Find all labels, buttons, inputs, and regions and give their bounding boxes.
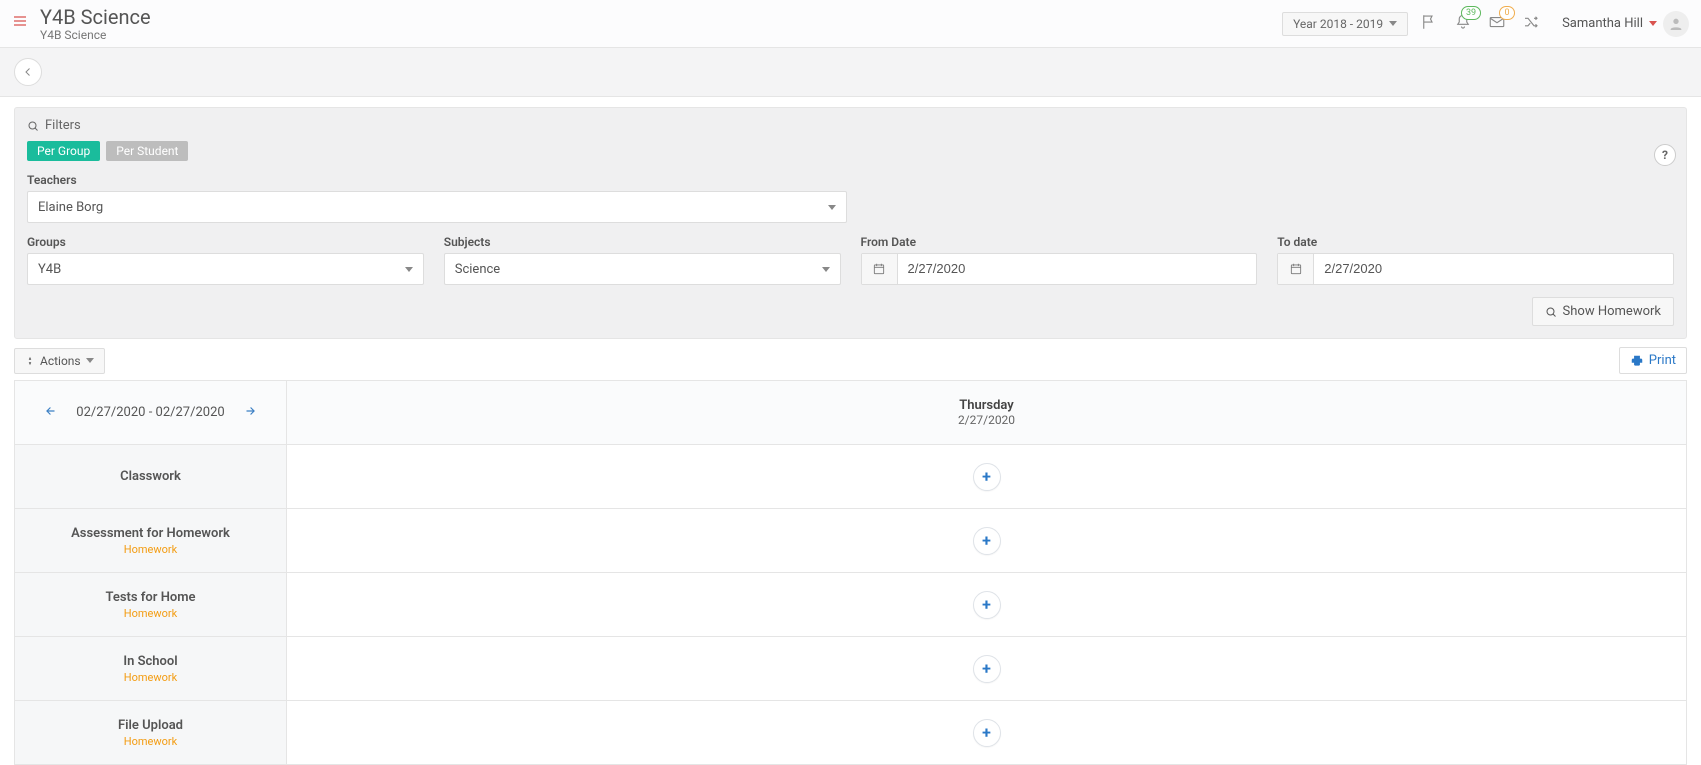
add-button[interactable]: + — [973, 655, 1001, 683]
category-title: In School — [123, 654, 177, 669]
schedule-table: 02/27/2020 - 02/27/2020 Thursday 2/27/20… — [14, 380, 1687, 765]
user-menu[interactable]: Samantha Hill — [1562, 11, 1689, 37]
filters-header: Filters — [27, 118, 1674, 133]
add-button[interactable]: + — [973, 719, 1001, 747]
envelope-icon[interactable]: 0 — [1488, 13, 1506, 35]
back-strip — [0, 48, 1701, 97]
schedule-header-row: 02/27/2020 - 02/27/2020 Thursday 2/27/20… — [15, 380, 1686, 444]
actions-button[interactable]: Actions — [14, 348, 105, 374]
teachers-label: Teachers — [27, 173, 847, 187]
filters-panel: Filters ? Per Group Per Student Teachers… — [14, 107, 1687, 339]
next-date-button[interactable] — [239, 400, 261, 426]
print-button[interactable]: Print — [1619, 347, 1687, 374]
caret-down-icon — [86, 358, 94, 363]
groups-value: Y4B — [38, 262, 61, 277]
teachers-select[interactable]: Elaine Borg — [27, 191, 847, 223]
subjects-label: Subjects — [444, 235, 841, 249]
tab-per-group[interactable]: Per Group — [27, 141, 100, 161]
bell-icon[interactable]: 39 — [1454, 13, 1472, 35]
envelope-badge: 0 — [1499, 6, 1515, 20]
header-icons: 39 0 Samantha Hill — [1420, 11, 1689, 37]
category-cell: Tests for Home Homework — [15, 573, 287, 636]
category-cell: Classwork — [15, 445, 287, 508]
caret-down-icon — [405, 267, 413, 272]
day-header-cell: Thursday 2/27/2020 — [287, 381, 1686, 444]
table-row: Assessment for Homework Homework + — [15, 508, 1686, 572]
category-cell: File Upload Homework — [15, 701, 287, 764]
year-selector[interactable]: Year 2018 - 2019 — [1282, 12, 1408, 36]
shuffle-icon[interactable] — [1522, 13, 1540, 35]
add-button[interactable]: + — [973, 591, 1001, 619]
table-row: Tests for Home Homework + — [15, 572, 1686, 636]
flag-icon[interactable] — [1420, 13, 1438, 35]
show-homework-label: Show Homework — [1563, 304, 1661, 319]
from-date-label: From Date — [861, 235, 1258, 249]
top-header: Y4B Science Y4B Science Year 2018 - 2019… — [0, 0, 1701, 48]
caret-down-icon — [822, 267, 830, 272]
print-label: Print — [1649, 353, 1676, 368]
caret-down-icon — [1389, 21, 1397, 26]
table-row: Classwork + — [15, 444, 1686, 508]
to-date-label: To date — [1277, 235, 1674, 249]
year-label: Year 2018 - 2019 — [1293, 17, 1383, 31]
bell-badge: 39 — [1461, 6, 1481, 20]
groups-label: Groups — [27, 235, 424, 249]
calendar-icon — [862, 254, 898, 284]
to-date-field[interactable] — [1277, 253, 1674, 285]
table-row: In School Homework + — [15, 636, 1686, 700]
day-date: 2/27/2020 — [958, 413, 1015, 427]
prev-date-button[interactable] — [40, 400, 62, 426]
category-title: File Upload — [118, 718, 183, 733]
avatar — [1663, 11, 1689, 37]
calendar-icon — [1278, 254, 1314, 284]
caret-down-icon — [1649, 21, 1657, 26]
groups-select[interactable]: Y4B — [27, 253, 424, 285]
category-cell: In School Homework — [15, 637, 287, 700]
to-date-input[interactable] — [1324, 261, 1663, 276]
subjects-value: Science — [455, 262, 500, 277]
category-subtitle: Homework — [124, 735, 177, 748]
category-subtitle: Homework — [124, 543, 177, 556]
page-subtitle: Y4B Science — [40, 28, 151, 42]
category-title: Classwork — [120, 469, 181, 484]
teachers-value: Elaine Borg — [38, 200, 103, 215]
page-title: Y4B Science — [40, 6, 151, 28]
tab-per-student[interactable]: Per Student — [106, 141, 188, 161]
back-button[interactable] — [14, 58, 42, 86]
day-name: Thursday — [959, 398, 1014, 413]
view-mode-tabs: Per Group Per Student — [27, 141, 1674, 161]
date-range-text: 02/27/2020 - 02/27/2020 — [76, 405, 224, 420]
subjects-select[interactable]: Science — [444, 253, 841, 285]
caret-down-icon — [828, 205, 836, 210]
category-title: Tests for Home — [105, 590, 195, 605]
user-name: Samantha Hill — [1562, 16, 1643, 31]
category-title: Assessment for Homework — [71, 526, 230, 541]
actions-label: Actions — [40, 354, 81, 368]
filters-title: Filters — [45, 118, 81, 133]
add-button[interactable]: + — [973, 463, 1001, 491]
hamburger-icon[interactable] — [12, 13, 28, 34]
help-button[interactable]: ? — [1654, 144, 1676, 166]
category-subtitle: Homework — [124, 671, 177, 684]
page-titles: Y4B Science Y4B Science — [40, 6, 151, 42]
table-row: File Upload Homework + — [15, 700, 1686, 764]
category-cell: Assessment for Homework Homework — [15, 509, 287, 572]
category-subtitle: Homework — [124, 607, 177, 620]
actions-row: Actions Print — [14, 347, 1687, 374]
add-button[interactable]: + — [973, 527, 1001, 555]
from-date-input[interactable] — [908, 261, 1247, 276]
show-homework-button[interactable]: Show Homework — [1532, 297, 1674, 326]
date-range-cell: 02/27/2020 - 02/27/2020 — [15, 381, 287, 444]
from-date-field[interactable] — [861, 253, 1258, 285]
